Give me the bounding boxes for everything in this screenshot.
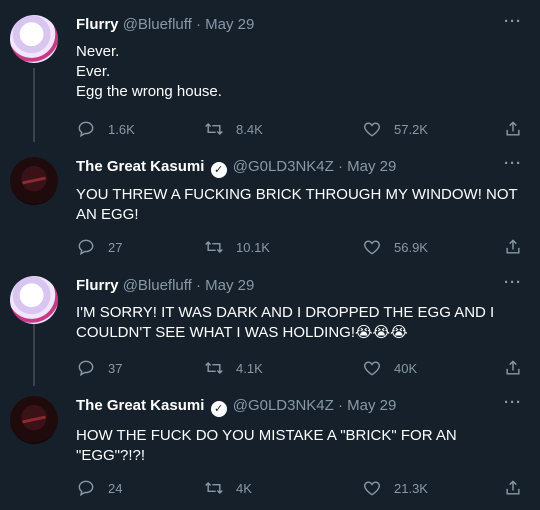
- more-options-icon[interactable]: ···: [504, 13, 522, 30]
- retweet-count: 4K: [236, 480, 252, 496]
- like-button[interactable]: 56.9K: [362, 237, 428, 257]
- retweet-icon: [204, 119, 224, 139]
- reply-count: 37: [108, 360, 123, 376]
- retweet-button[interactable]: 4.1K: [204, 358, 263, 378]
- share-icon: [503, 237, 523, 257]
- more-options-icon[interactable]: ···: [504, 155, 522, 172]
- more-options-icon[interactable]: ···: [504, 274, 522, 291]
- retweet-icon: [204, 358, 224, 378]
- share-icon: [503, 478, 523, 498]
- avatar[interactable]: [10, 157, 58, 205]
- reply-count: 24: [108, 480, 123, 496]
- tweet-actions: 37 4.1K 40K: [76, 358, 526, 378]
- reply-icon: [76, 358, 96, 378]
- tweet[interactable]: Flurry @Bluefluff · May 29 ··· I'M SORRY…: [0, 274, 540, 386]
- tweet-text: I'M SORRY! IT WAS DARK AND I DROPPED THE…: [76, 304, 495, 341]
- tweet-text: HOW THE FUCK DO YOU MISTAKE A "BRICK" FO…: [76, 427, 457, 464]
- tweet-header: Flurry @Bluefluff · May 29: [76, 276, 254, 296]
- reply-icon: [76, 237, 96, 257]
- tweet-date[interactable]: · May 29: [196, 277, 254, 294]
- tweet-actions: 24 4K 21.3K: [76, 478, 526, 498]
- author-name[interactable]: The Great Kasumi: [76, 397, 204, 414]
- retweet-icon: [204, 478, 224, 498]
- tweet-date[interactable]: · May 29: [338, 158, 396, 175]
- like-icon: [362, 358, 382, 378]
- author-handle[interactable]: @G0LD3NK4Z: [233, 397, 334, 414]
- like-count: 21.3K: [394, 480, 428, 496]
- retweet-icon: [204, 237, 224, 257]
- like-count: 57.2K: [394, 121, 428, 137]
- tweet-date[interactable]: · May 29: [196, 16, 254, 33]
- share-icon: [503, 358, 523, 378]
- author-name[interactable]: Flurry: [76, 16, 119, 33]
- tweet-actions: 27 10.1K 56.9K: [76, 237, 526, 257]
- avatar[interactable]: [10, 15, 58, 63]
- reply-button[interactable]: 24: [76, 478, 122, 498]
- retweet-button[interactable]: 10.1K: [204, 237, 270, 257]
- tweet-header: The Great Kasumi ✓ @G0LD3NK4Z · May 29: [76, 396, 396, 417]
- like-count: 40K: [394, 360, 418, 376]
- tweet-actions: 1.6K 8.4K 57.2K: [76, 119, 526, 139]
- author-handle[interactable]: @Bluefluff: [123, 16, 192, 33]
- reply-button[interactable]: 37: [76, 358, 122, 378]
- reply-icon: [76, 478, 96, 498]
- share-button[interactable]: [503, 237, 535, 257]
- tweet[interactable]: The Great Kasumi ✓ @G0LD3NK4Z · May 29 ·…: [0, 394, 540, 506]
- reply-icon: [76, 119, 96, 139]
- like-count: 56.9K: [394, 239, 428, 255]
- share-button[interactable]: [503, 358, 535, 378]
- retweet-button[interactable]: 4K: [204, 478, 252, 498]
- verified-badge-icon: ✓: [210, 401, 227, 417]
- reply-button[interactable]: 27: [76, 237, 122, 257]
- tweet[interactable]: Flurry @Bluefluff · May 29 ··· Never. Ev…: [0, 13, 540, 145]
- share-icon: [503, 119, 523, 139]
- retweet-count: 10.1K: [236, 239, 270, 255]
- tweet-header: The Great Kasumi ✓ @G0LD3NK4Z · May 29: [76, 157, 396, 178]
- more-options-icon[interactable]: ···: [504, 394, 522, 411]
- author-handle[interactable]: @Bluefluff: [123, 277, 192, 294]
- tweet[interactable]: The Great Kasumi ✓ @G0LD3NK4Z · May 29 ·…: [0, 155, 540, 267]
- reply-button[interactable]: 1.6K: [76, 119, 135, 139]
- share-button[interactable]: [503, 478, 535, 498]
- author-handle[interactable]: @G0LD3NK4Z: [233, 158, 334, 175]
- author-name[interactable]: Flurry: [76, 277, 119, 294]
- like-button[interactable]: 21.3K: [362, 478, 428, 498]
- retweet-count: 4.1K: [236, 360, 263, 376]
- share-button[interactable]: [503, 119, 535, 139]
- like-button[interactable]: 57.2K: [362, 119, 428, 139]
- reply-count: 1.6K: [108, 121, 135, 137]
- avatar[interactable]: [10, 396, 58, 444]
- tweet-text: YOU THREW A FUCKING BRICK THROUGH MY WIN…: [76, 186, 518, 223]
- verified-badge-icon: ✓: [210, 162, 227, 178]
- like-icon: [362, 237, 382, 257]
- reply-count: 27: [108, 239, 123, 255]
- retweet-count: 8.4K: [236, 121, 263, 137]
- like-icon: [362, 119, 382, 139]
- like-button[interactable]: 40K: [362, 358, 417, 378]
- tweet-header: Flurry @Bluefluff · May 29: [76, 15, 254, 35]
- tweet-date[interactable]: · May 29: [338, 397, 396, 414]
- author-name[interactable]: The Great Kasumi: [76, 158, 204, 175]
- retweet-button[interactable]: 8.4K: [204, 119, 263, 139]
- like-icon: [362, 478, 382, 498]
- avatar[interactable]: [10, 276, 58, 324]
- tweet-text: Never. Ever. Egg the wrong house.: [76, 43, 222, 100]
